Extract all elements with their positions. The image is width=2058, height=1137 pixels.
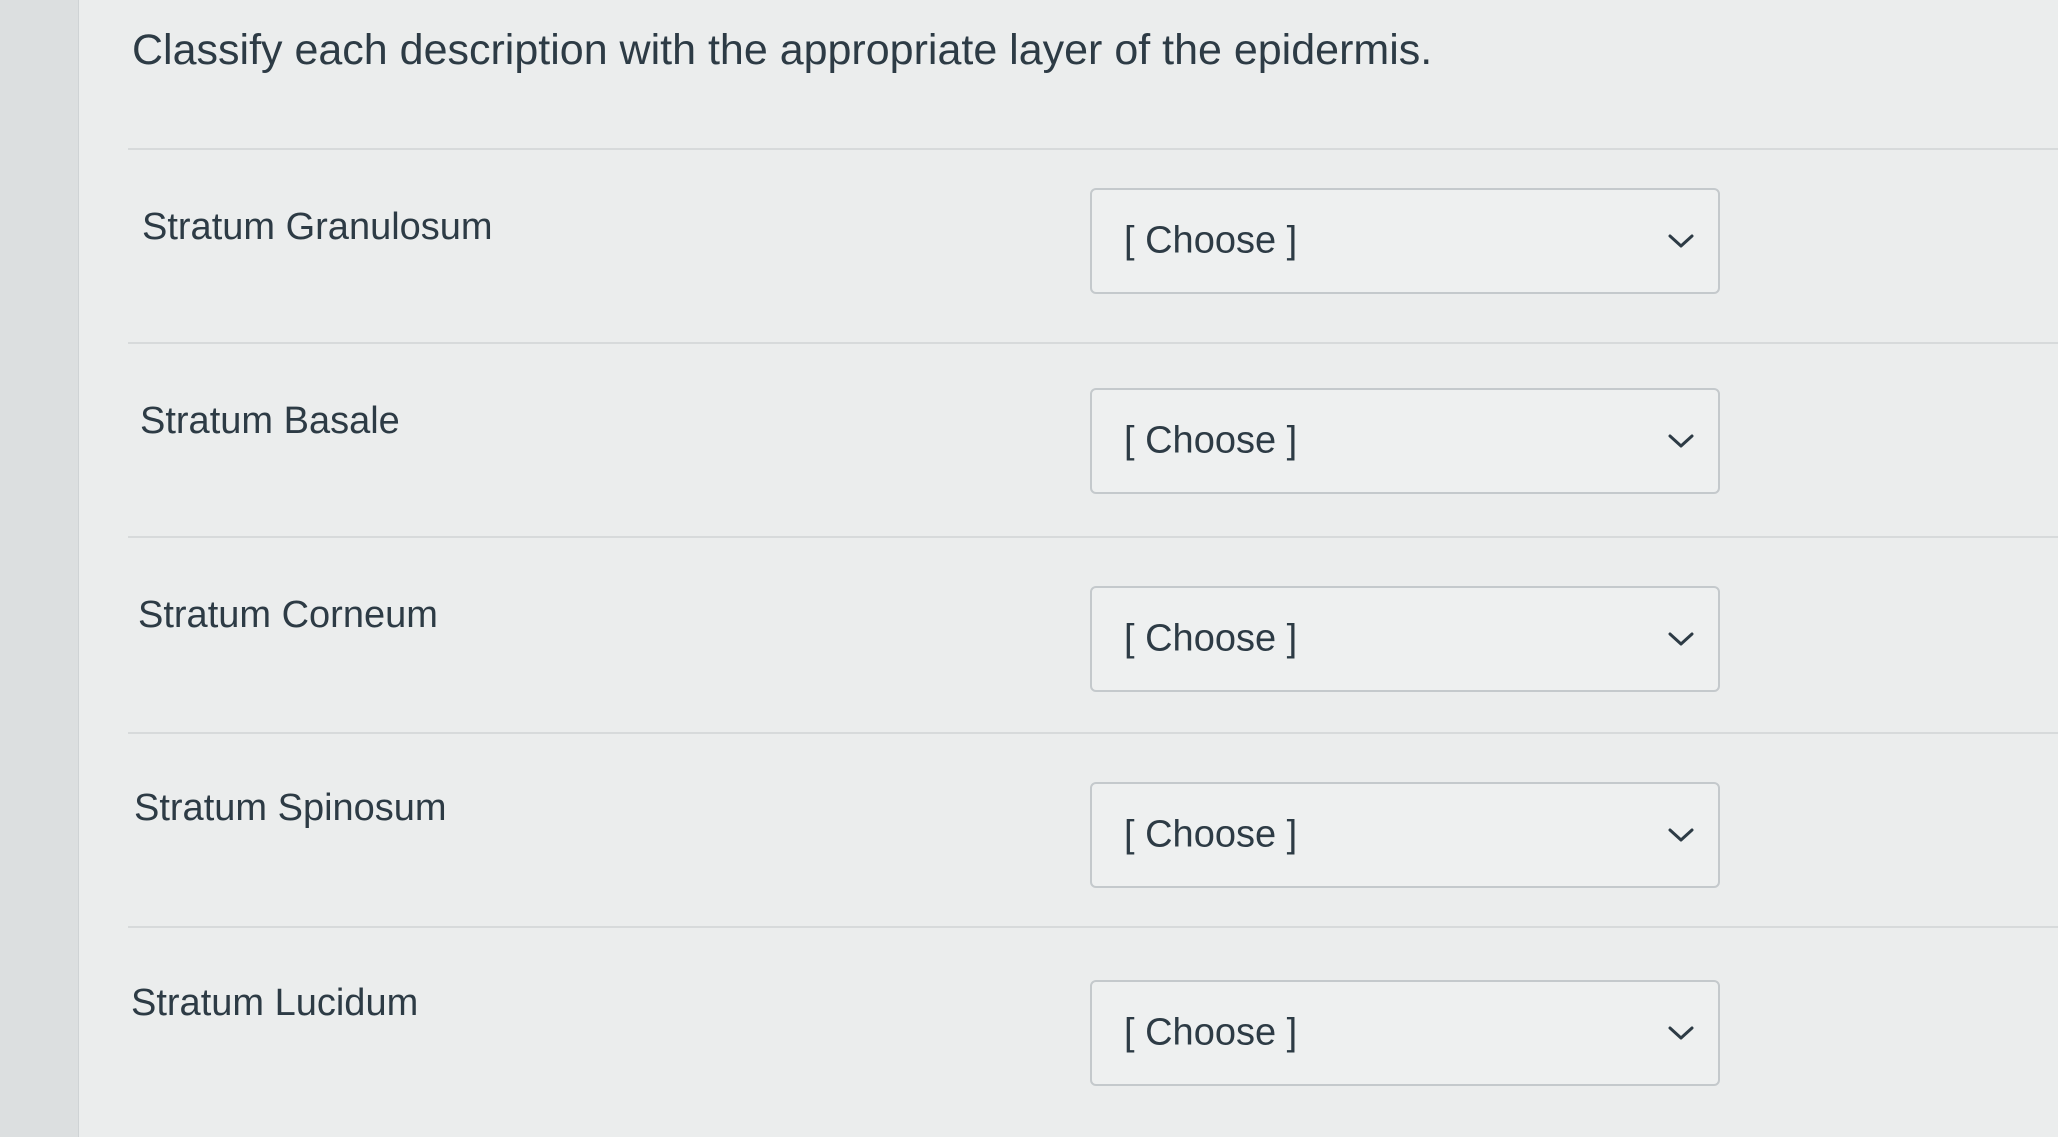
question-prompt: Classify each description with the appro… <box>132 26 1433 74</box>
row-label-corneum: Stratum Corneum <box>138 594 438 636</box>
select-granulosum[interactable]: [ Choose ] <box>1090 188 1720 294</box>
question-panel <box>79 0 2058 1137</box>
row-divider <box>128 926 2058 928</box>
row-divider <box>128 536 2058 538</box>
select-spinosum[interactable]: [ Choose ] <box>1090 782 1720 888</box>
select-value: [ Choose ] <box>1124 419 1298 462</box>
row-label-granulosum: Stratum Granulosum <box>142 206 493 248</box>
select-basale[interactable]: [ Choose ] <box>1090 388 1720 494</box>
select-value: [ Choose ] <box>1124 617 1298 660</box>
chevron-down-icon <box>1668 434 1694 448</box>
chevron-down-icon <box>1668 234 1694 248</box>
row-divider <box>128 342 2058 344</box>
chevron-down-icon <box>1668 828 1694 842</box>
select-value: [ Choose ] <box>1124 219 1298 262</box>
chevron-down-icon <box>1668 632 1694 646</box>
select-lucidum[interactable]: [ Choose ] <box>1090 980 1720 1086</box>
row-label-basale: Stratum Basale <box>140 400 400 442</box>
select-value: [ Choose ] <box>1124 813 1298 856</box>
row-label-lucidum: Stratum Lucidum <box>131 982 419 1024</box>
row-label-spinosum: Stratum Spinosum <box>134 787 447 829</box>
row-divider <box>128 148 2058 150</box>
chevron-down-icon <box>1668 1026 1694 1040</box>
row-divider <box>128 732 2058 734</box>
select-value: [ Choose ] <box>1124 1011 1298 1054</box>
left-gutter <box>0 0 79 1137</box>
select-corneum[interactable]: [ Choose ] <box>1090 586 1720 692</box>
